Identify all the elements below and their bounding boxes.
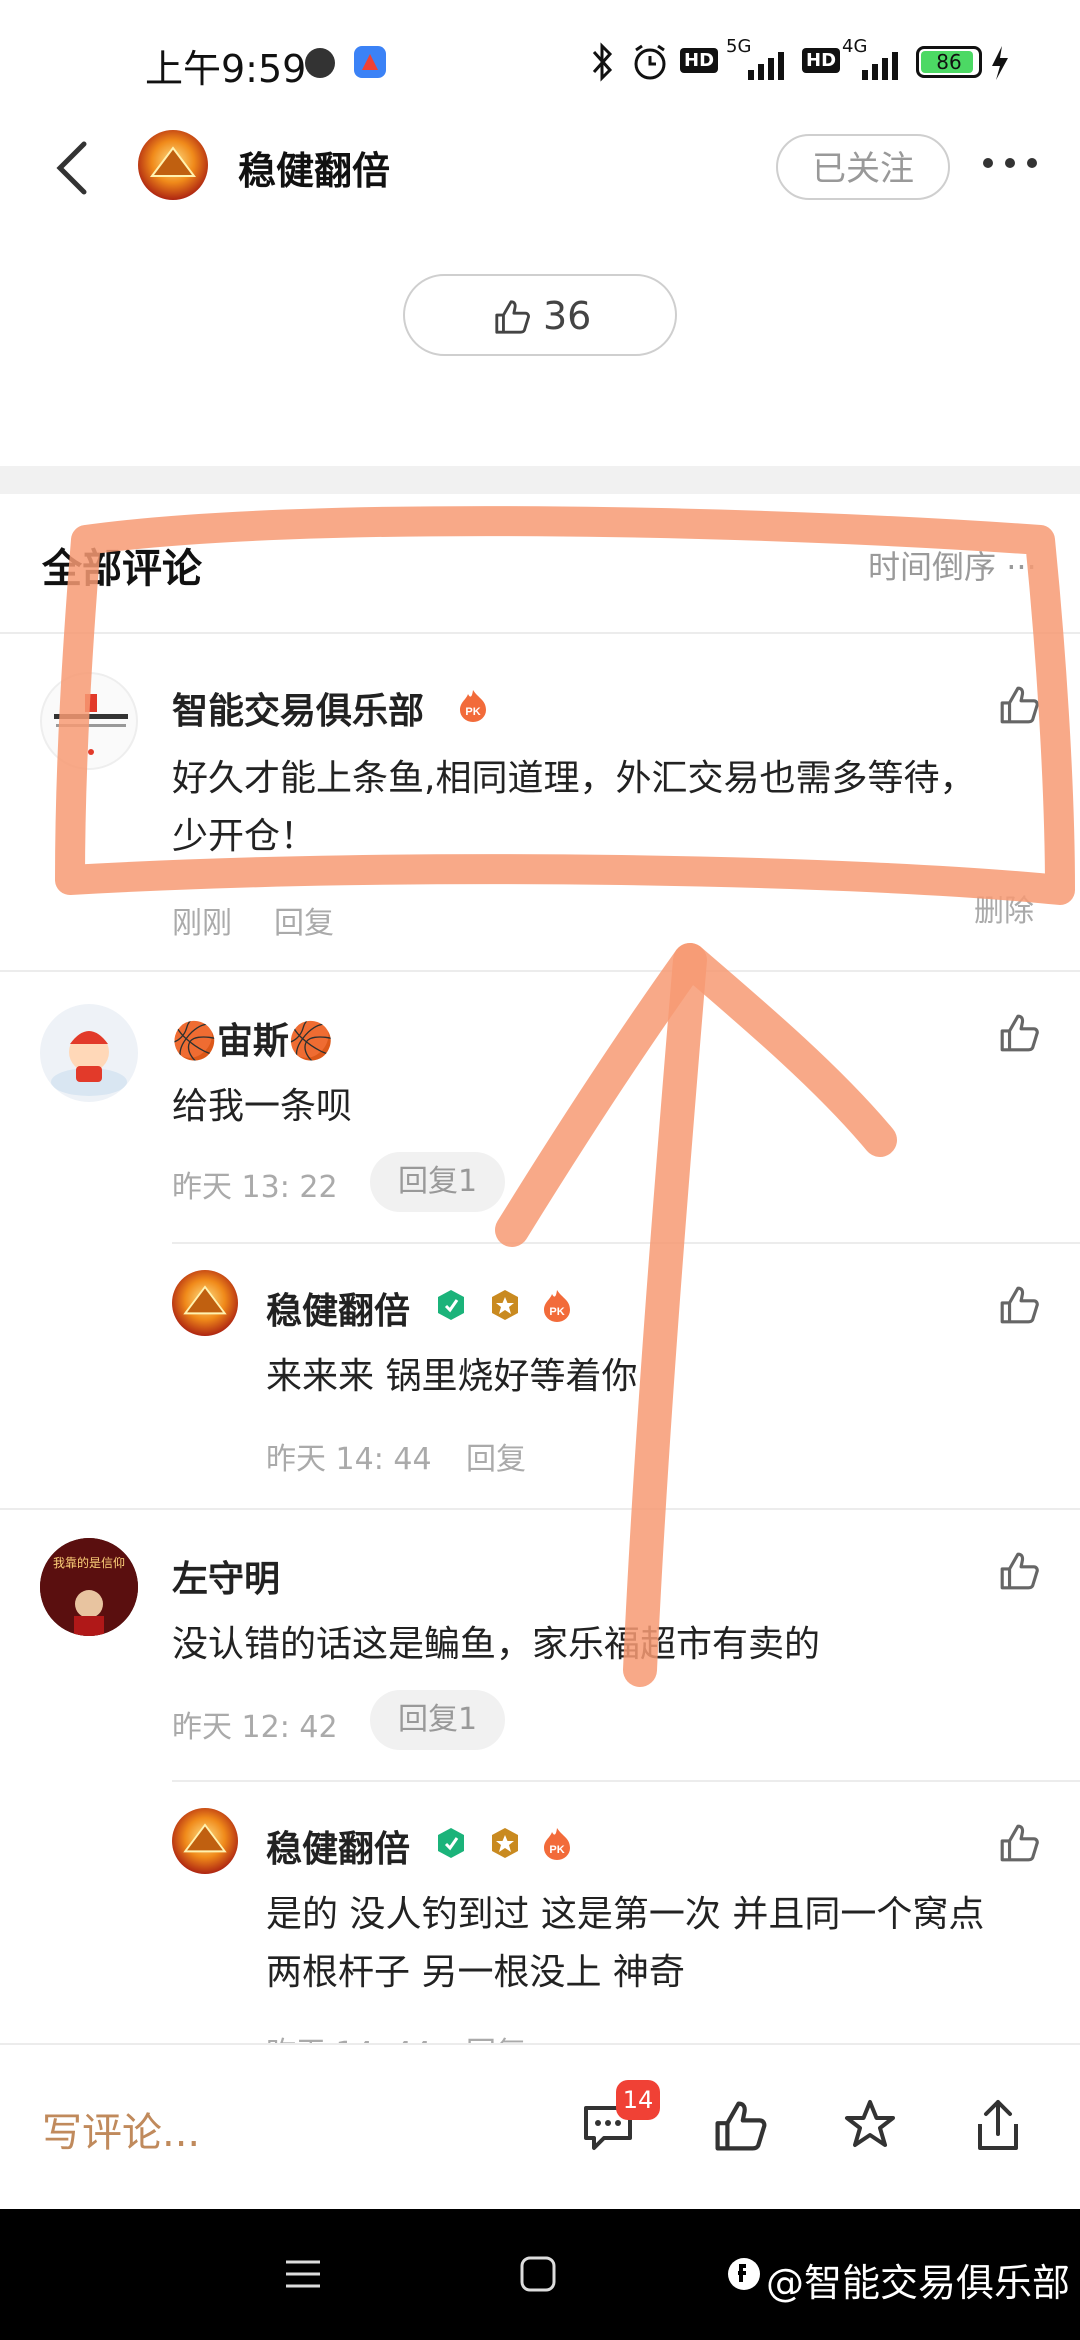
post-like-count: 36 — [543, 294, 592, 338]
comment-text-line: 好久才能上条鱼,相同道理，外汇交易也需多等待， — [172, 758, 976, 799]
comment-count-badge: 14 — [616, 2080, 660, 2120]
share-icon — [978, 2100, 1018, 2150]
watermark-label: @智能交易俱乐部 — [766, 2261, 1071, 2305]
comments-section-title: 全部评论 — [42, 546, 202, 592]
svg-text:PK: PK — [549, 1844, 564, 1856]
hd-badge: HD — [680, 48, 719, 73]
sort-toggle[interactable]: 时间倒序 ··· — [868, 542, 1037, 588]
comment-author[interactable]: 左守明 — [172, 1550, 280, 1602]
thumb-up-icon — [1000, 1286, 1039, 1324]
author-name[interactable]: 稳健翻倍 — [238, 140, 390, 195]
more-icon — [983, 158, 1037, 168]
more-button[interactable] — [980, 148, 1040, 178]
reply-author[interactable]: 稳健翻倍 — [266, 1282, 410, 1334]
reply-avatar[interactable] — [172, 1270, 238, 1336]
reply-time: 昨天 14: 44 — [266, 1442, 432, 1477]
pk-badge-icon: PK — [456, 688, 490, 722]
thumb-up-icon — [1000, 1552, 1039, 1590]
thumb-up-icon — [1000, 1824, 1039, 1862]
comment-like-button[interactable] — [998, 1550, 1040, 1596]
comment-author[interactable]: 🏀宙斯🏀 — [172, 1012, 334, 1064]
avatar-caption: 我靠的是信仰 — [52, 1556, 125, 1570]
comment-like-button[interactable] — [998, 684, 1040, 730]
comment-text: 没认错的话这是鳊鱼，家乐福超市有卖的 — [172, 1624, 821, 1665]
reply-button[interactable]: 回复 — [466, 1434, 526, 1478]
comments-button[interactable]: 14 — [580, 2080, 660, 2158]
thumb-up-icon — [1000, 686, 1039, 724]
signal-icon-2 — [842, 48, 906, 80]
favorite-button[interactable] — [840, 2096, 900, 2160]
signal-icon — [728, 48, 792, 80]
reply-text: 是的 没人钓到过 这是第一次 并且同一个窝点 两根杆子 另一根没上 神奇 — [266, 1886, 1066, 2002]
back-icon — [56, 141, 87, 195]
reply-text-line: 两根杆子 另一根没上 神奇 — [266, 1952, 685, 1993]
hd-badge-2: HD — [802, 48, 841, 73]
thumb-up-icon — [495, 300, 530, 334]
post-like-button[interactable]: 36 — [403, 274, 677, 356]
reply-like-button[interactable] — [998, 1284, 1040, 1330]
reply-like-button[interactable] — [998, 1822, 1040, 1868]
bluetooth-icon — [590, 42, 616, 82]
share-button[interactable] — [970, 2096, 1026, 2160]
home-button[interactable] — [518, 2254, 558, 2298]
reply-button[interactable]: 回复1 — [370, 1152, 506, 1212]
comment-avatar[interactable] — [40, 672, 138, 770]
comment-divider — [0, 970, 1080, 972]
compass-app-icon — [352, 44, 388, 80]
recents-button[interactable] — [282, 2254, 324, 2298]
comment-divider — [0, 1508, 1080, 1510]
svg-text:PK: PK — [549, 1306, 564, 1318]
level-badge-icon — [488, 1288, 522, 1322]
verified-badge-icon — [434, 1288, 468, 1322]
status-bar: 上午9:59 HD 5G HD 4G 86 — [0, 0, 1080, 120]
weibo-logo-icon — [724, 2254, 764, 2294]
svg-text:PK: PK — [465, 706, 480, 718]
write-comment-input[interactable]: 写评论... — [42, 2100, 200, 2158]
reply-button[interactable]: 回复1 — [370, 1690, 506, 1750]
comment-avatar[interactable]: 我靠的是信仰 — [40, 1538, 138, 1636]
home-square-icon — [520, 2256, 556, 2292]
like-button[interactable] — [712, 2098, 768, 2158]
battery-icon: 86 — [916, 46, 982, 78]
comment-avatar[interactable] — [40, 1004, 138, 1102]
star-icon — [845, 2100, 895, 2147]
verified-badge-icon — [434, 1826, 468, 1860]
alarm-icon — [630, 42, 670, 82]
reply-text-line: 是的 没人钓到过 这是第一次 并且同一个窝点 — [266, 1894, 985, 1935]
battery-level: 86 — [936, 50, 962, 74]
comment-text-line: 少开仓！ — [172, 816, 317, 857]
annotation-arrow-shaft — [623, 943, 707, 1687]
author-avatar[interactable] — [138, 130, 208, 200]
comment-time: 昨天 12: 42 — [172, 1710, 338, 1745]
comment-like-button[interactable] — [998, 1012, 1040, 1058]
reply-divider — [172, 1780, 1080, 1782]
pk-badge-icon: PK — [540, 1826, 574, 1860]
thumb-up-icon — [715, 2101, 767, 2151]
annotation-arrow-head — [495, 943, 897, 1247]
watermark-text: @智能交易俱乐部 — [766, 2252, 1070, 2307]
comment-author[interactable]: 智能交易俱乐部 — [172, 682, 424, 734]
pk-badge-icon: PK — [540, 1288, 574, 1322]
comment-text: 给我一条呗 — [172, 1086, 353, 1127]
comment-text: 好久才能上条鱼,相同道理，外汇交易也需多等待， 少开仓！ — [172, 750, 1032, 866]
section-divider — [0, 466, 1080, 494]
level-badge-icon — [488, 1826, 522, 1860]
comment-time: 昨天 13: 22 — [172, 1170, 338, 1205]
delete-button[interactable]: 删除 — [974, 886, 1034, 930]
reply-text: 来来来 锅里烧好等着你 — [266, 1356, 638, 1397]
reply-author[interactable]: 稳健翻倍 — [266, 1820, 410, 1872]
reply-button[interactable]: 回复 — [274, 898, 334, 942]
section-header-divider — [0, 632, 1080, 634]
app-notification-icon — [305, 48, 335, 78]
comment-time: 刚刚 — [172, 906, 232, 941]
status-time: 上午9:59 — [145, 47, 307, 91]
follow-button[interactable]: 已关注 — [776, 134, 950, 200]
reply-avatar[interactable] — [172, 1808, 238, 1874]
back-button[interactable] — [48, 138, 98, 198]
sort-label: 时间倒序 — [868, 548, 997, 586]
menu-icon — [286, 2260, 320, 2288]
thumb-up-icon — [1000, 1014, 1039, 1052]
charging-icon — [990, 46, 1010, 80]
reply-divider — [172, 1242, 1080, 1244]
